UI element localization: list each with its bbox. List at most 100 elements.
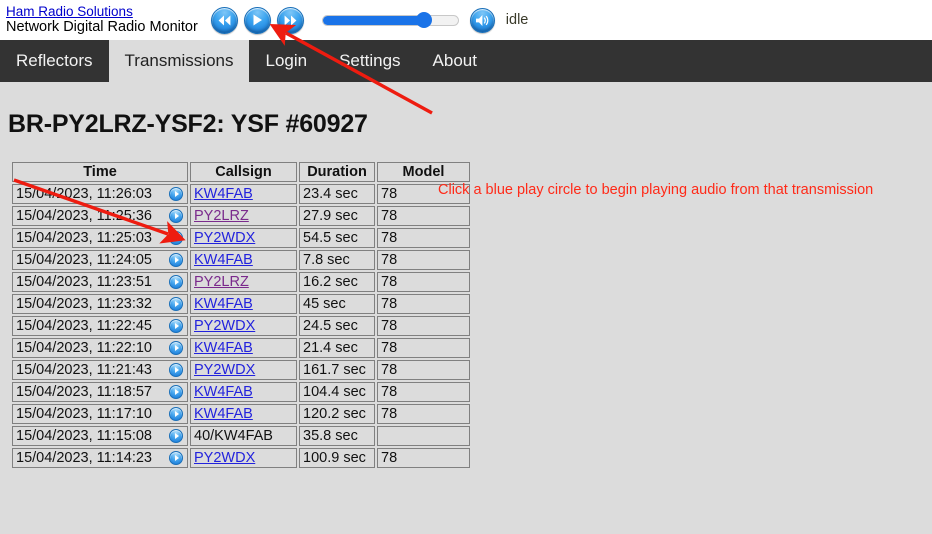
table-row: 15/04/2023, 11:23:32 KW4FAB 45 sec 78 <box>12 294 470 314</box>
timestamp-text: 15/04/2023, 11:21:43 <box>16 362 152 378</box>
row-play-icon[interactable] <box>169 231 183 245</box>
table-row: 15/04/2023, 11:23:51 PY2LRZ 16.2 sec 78 <box>12 272 470 292</box>
cell-duration: 35.8 sec <box>299 426 375 446</box>
audio-player: idle <box>210 0 529 40</box>
table-row: 15/04/2023, 11:17:10 KW4FAB 120.2 sec 78 <box>12 404 470 424</box>
row-play-icon[interactable] <box>169 363 183 377</box>
cell-duration: 120.2 sec <box>299 404 375 424</box>
cell-callsign: KW4FAB <box>190 338 297 358</box>
play-triangle-icon <box>175 345 179 351</box>
column-header-time[interactable]: Time <box>12 162 188 182</box>
time-cell-content: 15/04/2023, 11:23:32 <box>16 296 184 312</box>
row-play-icon[interactable] <box>169 319 183 333</box>
app-header: Ham Radio Solutions Network Digital Radi… <box>0 0 932 40</box>
table-row: 15/04/2023, 11:25:03 PY2WDX 54.5 sec 78 <box>12 228 470 248</box>
volume-icon[interactable] <box>469 7 495 33</box>
player-status: idle <box>505 12 529 28</box>
table-row: 15/04/2023, 11:18:57 KW4FAB 104.4 sec 78 <box>12 382 470 402</box>
time-cell-content: 15/04/2023, 11:17:10 <box>16 406 184 422</box>
row-play-icon[interactable] <box>169 187 183 201</box>
time-cell-content: 15/04/2023, 11:26:03 <box>16 186 184 202</box>
cell-callsign: PY2WDX <box>190 228 297 248</box>
column-header-model[interactable]: Model <box>377 162 470 182</box>
nav-item-login[interactable]: Login <box>249 40 323 82</box>
play-triangle-icon <box>175 301 179 307</box>
callsign-link[interactable]: KW4FAB <box>194 406 253 422</box>
callsign-link[interactable]: KW4FAB <box>194 384 253 400</box>
callsign-link[interactable]: PY2WDX <box>194 450 255 466</box>
callsign-link[interactable]: PY2LRZ <box>194 274 249 290</box>
row-play-icon[interactable] <box>169 275 183 289</box>
row-play-icon[interactable] <box>169 297 183 311</box>
cell-model: 78 <box>377 404 470 424</box>
cell-time: 15/04/2023, 11:14:23 <box>12 448 188 468</box>
nav-label: Reflectors <box>16 51 93 70</box>
table-row: 15/04/2023, 11:21:43 PY2WDX 161.7 sec 78 <box>12 360 470 380</box>
timestamp-text: 15/04/2023, 11:26:03 <box>16 186 152 202</box>
annotation-note: Click a blue play circle to begin playin… <box>438 182 874 198</box>
cell-callsign: PY2LRZ <box>190 206 297 226</box>
row-play-icon[interactable] <box>169 253 183 267</box>
nav-item-about[interactable]: About <box>417 40 493 82</box>
table-row: 15/04/2023, 11:15:08 40/KW4FAB 35.8 sec <box>12 426 470 446</box>
cell-duration: 7.8 sec <box>299 250 375 270</box>
timestamp-text: 15/04/2023, 11:24:05 <box>16 252 152 268</box>
cell-time: 15/04/2023, 11:21:43 <box>12 360 188 380</box>
cell-duration: 161.7 sec <box>299 360 375 380</box>
callsign-link[interactable]: KW4FAB <box>194 296 253 312</box>
timestamp-text: 15/04/2023, 11:25:36 <box>16 208 152 224</box>
seek-track[interactable] <box>321 12 459 28</box>
callsign-link[interactable]: KW4FAB <box>194 340 253 356</box>
cell-callsign: KW4FAB <box>190 250 297 270</box>
cell-callsign: PY2LRZ <box>190 272 297 292</box>
timestamp-text: 15/04/2023, 11:17:10 <box>16 406 152 422</box>
callsign-link[interactable]: PY2WDX <box>194 362 255 378</box>
seek-handle[interactable] <box>416 12 433 28</box>
cell-model: 78 <box>377 294 470 314</box>
time-cell-content: 15/04/2023, 11:25:36 <box>16 208 184 224</box>
callsign-text: 40/KW4FAB <box>194 428 273 444</box>
cell-duration: 45 sec <box>299 294 375 314</box>
cell-duration: 100.9 sec <box>299 448 375 468</box>
row-play-icon[interactable] <box>169 429 183 443</box>
nav-item-transmissions[interactable]: Transmissions <box>108 40 250 82</box>
row-play-icon[interactable] <box>169 385 183 399</box>
callsign-link[interactable]: KW4FAB <box>194 186 253 202</box>
callsign-link[interactable]: PY2WDX <box>194 230 255 246</box>
column-header-callsign[interactable]: Callsign <box>190 162 297 182</box>
rewind-icon[interactable] <box>210 6 238 34</box>
brand-subtitle: Network Digital Radio Monitor <box>6 19 198 36</box>
cell-callsign: PY2WDX <box>190 360 297 380</box>
cell-model: 78 <box>377 382 470 402</box>
callsign-link[interactable]: KW4FAB <box>194 252 253 268</box>
play-triangle-icon <box>175 389 179 395</box>
time-cell-content: 15/04/2023, 11:15:08 <box>16 428 184 444</box>
row-play-icon[interactable] <box>169 451 183 465</box>
play-triangle-icon <box>175 433 179 439</box>
nav-item-settings[interactable]: Settings <box>323 40 416 82</box>
cell-duration: 54.5 sec <box>299 228 375 248</box>
cell-time: 15/04/2023, 11:23:32 <box>12 294 188 314</box>
seek-slider[interactable] <box>321 7 459 34</box>
timestamp-text: 15/04/2023, 11:18:57 <box>16 384 152 400</box>
transmissions-table-wrapper: Time Callsign Duration Model 15/04/2023,… <box>0 160 932 470</box>
nav-item-reflectors[interactable]: Reflectors <box>0 40 109 82</box>
cell-model: 78 <box>377 360 470 380</box>
row-play-icon[interactable] <box>169 209 183 223</box>
callsign-link[interactable]: PY2WDX <box>194 318 255 334</box>
table-row: 15/04/2023, 11:26:03 KW4FAB 23.4 sec 78 <box>12 184 470 204</box>
brand-link[interactable]: Ham Radio Solutions <box>6 5 198 19</box>
cell-model: 78 <box>377 316 470 336</box>
row-play-icon[interactable] <box>169 341 183 355</box>
cell-duration: 23.4 sec <box>299 184 375 204</box>
play-icon[interactable] <box>243 6 271 34</box>
column-header-duration[interactable]: Duration <box>299 162 375 182</box>
cell-time: 15/04/2023, 11:15:08 <box>12 426 188 446</box>
table-row: 15/04/2023, 11:22:10 KW4FAB 21.4 sec 78 <box>12 338 470 358</box>
cell-time: 15/04/2023, 11:22:10 <box>12 338 188 358</box>
cell-time: 15/04/2023, 11:25:03 <box>12 228 188 248</box>
cell-time: 15/04/2023, 11:24:05 <box>12 250 188 270</box>
fast-forward-icon[interactable] <box>276 6 304 34</box>
row-play-icon[interactable] <box>169 407 183 421</box>
callsign-link[interactable]: PY2LRZ <box>194 208 249 224</box>
